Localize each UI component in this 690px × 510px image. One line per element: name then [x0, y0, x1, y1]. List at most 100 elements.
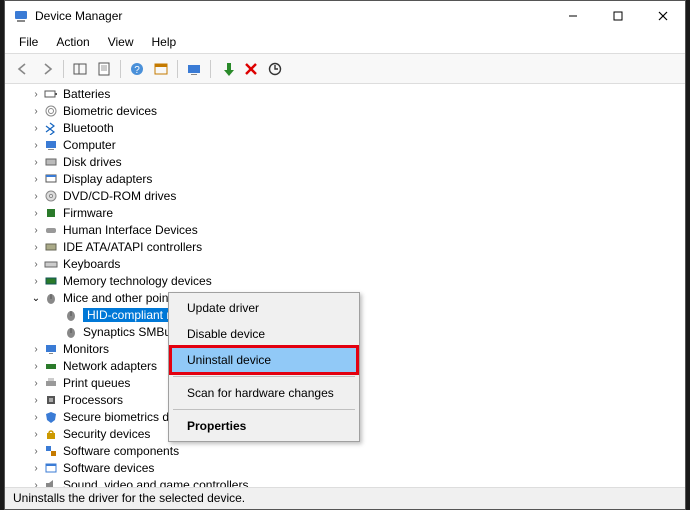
- menu-view[interactable]: View: [100, 33, 142, 51]
- chevron-right-icon: ›: [29, 191, 43, 202]
- tree-item-dvd[interactable]: › DVD/CD-ROM drives: [5, 188, 685, 204]
- mouse-icon: [63, 307, 79, 323]
- tree-item-bluetooth[interactable]: ›Bluetooth: [5, 120, 685, 136]
- keyboard-icon: [43, 256, 59, 272]
- context-update-driver[interactable]: Update driver: [171, 295, 357, 321]
- chevron-right-icon: ›: [29, 446, 43, 457]
- tree-item-keyboards[interactable]: › Keyboards: [5, 256, 685, 272]
- tree-label: Display adapters: [63, 172, 152, 186]
- tree-label: Human Interface Devices: [63, 223, 198, 237]
- fingerprint-icon: [43, 103, 59, 119]
- chevron-right-icon: ›: [29, 89, 43, 100]
- titlebar: Device Manager: [5, 1, 685, 31]
- chevron-right-icon: ›: [29, 242, 43, 253]
- tree-label: IDE ATA/ATAPI controllers: [63, 240, 202, 254]
- tree-item-sound[interactable]: ›Sound, video and game controllers: [5, 477, 685, 487]
- app-icon: [13, 8, 29, 24]
- cpu-icon: [43, 392, 59, 408]
- disc-icon: [43, 188, 59, 204]
- context-uninstall-device[interactable]: Uninstall device: [171, 347, 357, 373]
- chevron-right-icon: ›: [29, 106, 43, 117]
- menu-file[interactable]: File: [11, 33, 46, 51]
- context-properties[interactable]: Properties: [171, 413, 357, 439]
- tree-label: DVD/CD-ROM drives: [63, 189, 176, 203]
- chevron-down-icon: ⌄: [29, 293, 43, 304]
- toolbar-separator: [120, 60, 121, 78]
- properties-icon[interactable]: [94, 59, 114, 79]
- chevron-right-icon: ›: [29, 378, 43, 389]
- close-button[interactable]: [640, 1, 685, 31]
- scan-icon[interactable]: [184, 59, 204, 79]
- chevron-right-icon: ›: [29, 174, 43, 185]
- tree-item-hid[interactable]: › Human Interface Devices: [5, 222, 685, 238]
- shield-icon: [43, 409, 59, 425]
- context-scan-hardware[interactable]: Scan for hardware changes: [171, 380, 357, 406]
- tree-label: Monitors: [63, 342, 109, 356]
- show-hide-console-icon[interactable]: [70, 59, 90, 79]
- maximize-button[interactable]: [595, 1, 640, 31]
- tree-label: Sound, video and game controllers: [63, 478, 248, 487]
- component-icon: [43, 443, 59, 459]
- toolbar-separator: [63, 60, 64, 78]
- chevron-right-icon: ›: [29, 208, 43, 219]
- statusbar: Uninstalls the driver for the selected d…: [5, 487, 685, 509]
- menu-help[interactable]: Help: [144, 33, 185, 51]
- context-menu: Update driver Disable device Uninstall d…: [168, 292, 360, 442]
- chevron-right-icon: ›: [29, 361, 43, 372]
- chevron-right-icon: ›: [29, 412, 43, 423]
- tree-label: Memory technology devices: [63, 274, 212, 288]
- toolbar: ?: [5, 54, 685, 84]
- hid-icon: [43, 222, 59, 238]
- speaker-icon: [43, 477, 59, 487]
- context-separator: [173, 376, 355, 377]
- update-icon[interactable]: [265, 59, 285, 79]
- tree-item-swdev[interactable]: ›Software devices: [5, 460, 685, 476]
- monitor-icon: [43, 341, 59, 357]
- tree-item-display[interactable]: › Display adapters: [5, 171, 685, 187]
- mouse-icon: [63, 324, 79, 340]
- chevron-right-icon: ›: [29, 259, 43, 270]
- tree-item-memory[interactable]: ›Memory technology devices: [5, 273, 685, 289]
- lock-icon: [43, 426, 59, 442]
- tree-item-batteries[interactable]: ›Batteries: [5, 86, 685, 102]
- tree-label: Network adapters: [63, 359, 157, 373]
- tree-item-computer[interactable]: › Computer: [5, 137, 685, 153]
- chevron-right-icon: ›: [29, 225, 43, 236]
- tree-label: Computer: [63, 138, 116, 152]
- chevron-right-icon: ›: [29, 429, 43, 440]
- chevron-right-icon: ›: [29, 140, 43, 151]
- toolbar-separator: [177, 60, 178, 78]
- bluetooth-icon: [43, 120, 59, 136]
- tree-item-swcomp[interactable]: › Software components: [5, 443, 685, 459]
- printer-icon: [43, 375, 59, 391]
- tree-label: Keyboards: [63, 257, 120, 271]
- tree-label: Print queues: [63, 376, 130, 390]
- forward-button[interactable]: [37, 59, 57, 79]
- tree-label: Software components: [63, 444, 179, 458]
- computer-icon: [43, 137, 59, 153]
- uninstall-icon[interactable]: [241, 59, 261, 79]
- enable-icon[interactable]: [217, 59, 237, 79]
- context-separator: [173, 409, 355, 410]
- back-button[interactable]: [13, 59, 33, 79]
- tree-item-disk[interactable]: ›Disk drives: [5, 154, 685, 170]
- tree-item-firmware[interactable]: › Firmware: [5, 205, 685, 221]
- memory-icon: [43, 273, 59, 289]
- action-icon[interactable]: [151, 59, 171, 79]
- chevron-right-icon: ›: [29, 123, 43, 134]
- tree-label: Secure biometrics dev: [63, 410, 182, 424]
- tree-item-ide[interactable]: › IDE ATA/ATAPI controllers: [5, 239, 685, 255]
- minimize-button[interactable]: [550, 1, 595, 31]
- tree-item-biometric[interactable]: ›Biometric devices: [5, 103, 685, 119]
- network-icon: [43, 358, 59, 374]
- statusbar-text: Uninstalls the driver for the selected d…: [13, 491, 245, 505]
- window-title: Device Manager: [35, 9, 550, 23]
- tree-label: Security devices: [63, 427, 150, 441]
- toolbar-separator: [210, 60, 211, 78]
- chevron-right-icon: ›: [29, 395, 43, 406]
- menu-action[interactable]: Action: [48, 33, 97, 51]
- help-icon[interactable]: ?: [127, 59, 147, 79]
- context-disable-device[interactable]: Disable device: [171, 321, 357, 347]
- menubar: File Action View Help: [5, 31, 685, 54]
- tree-label: Firmware: [63, 206, 113, 220]
